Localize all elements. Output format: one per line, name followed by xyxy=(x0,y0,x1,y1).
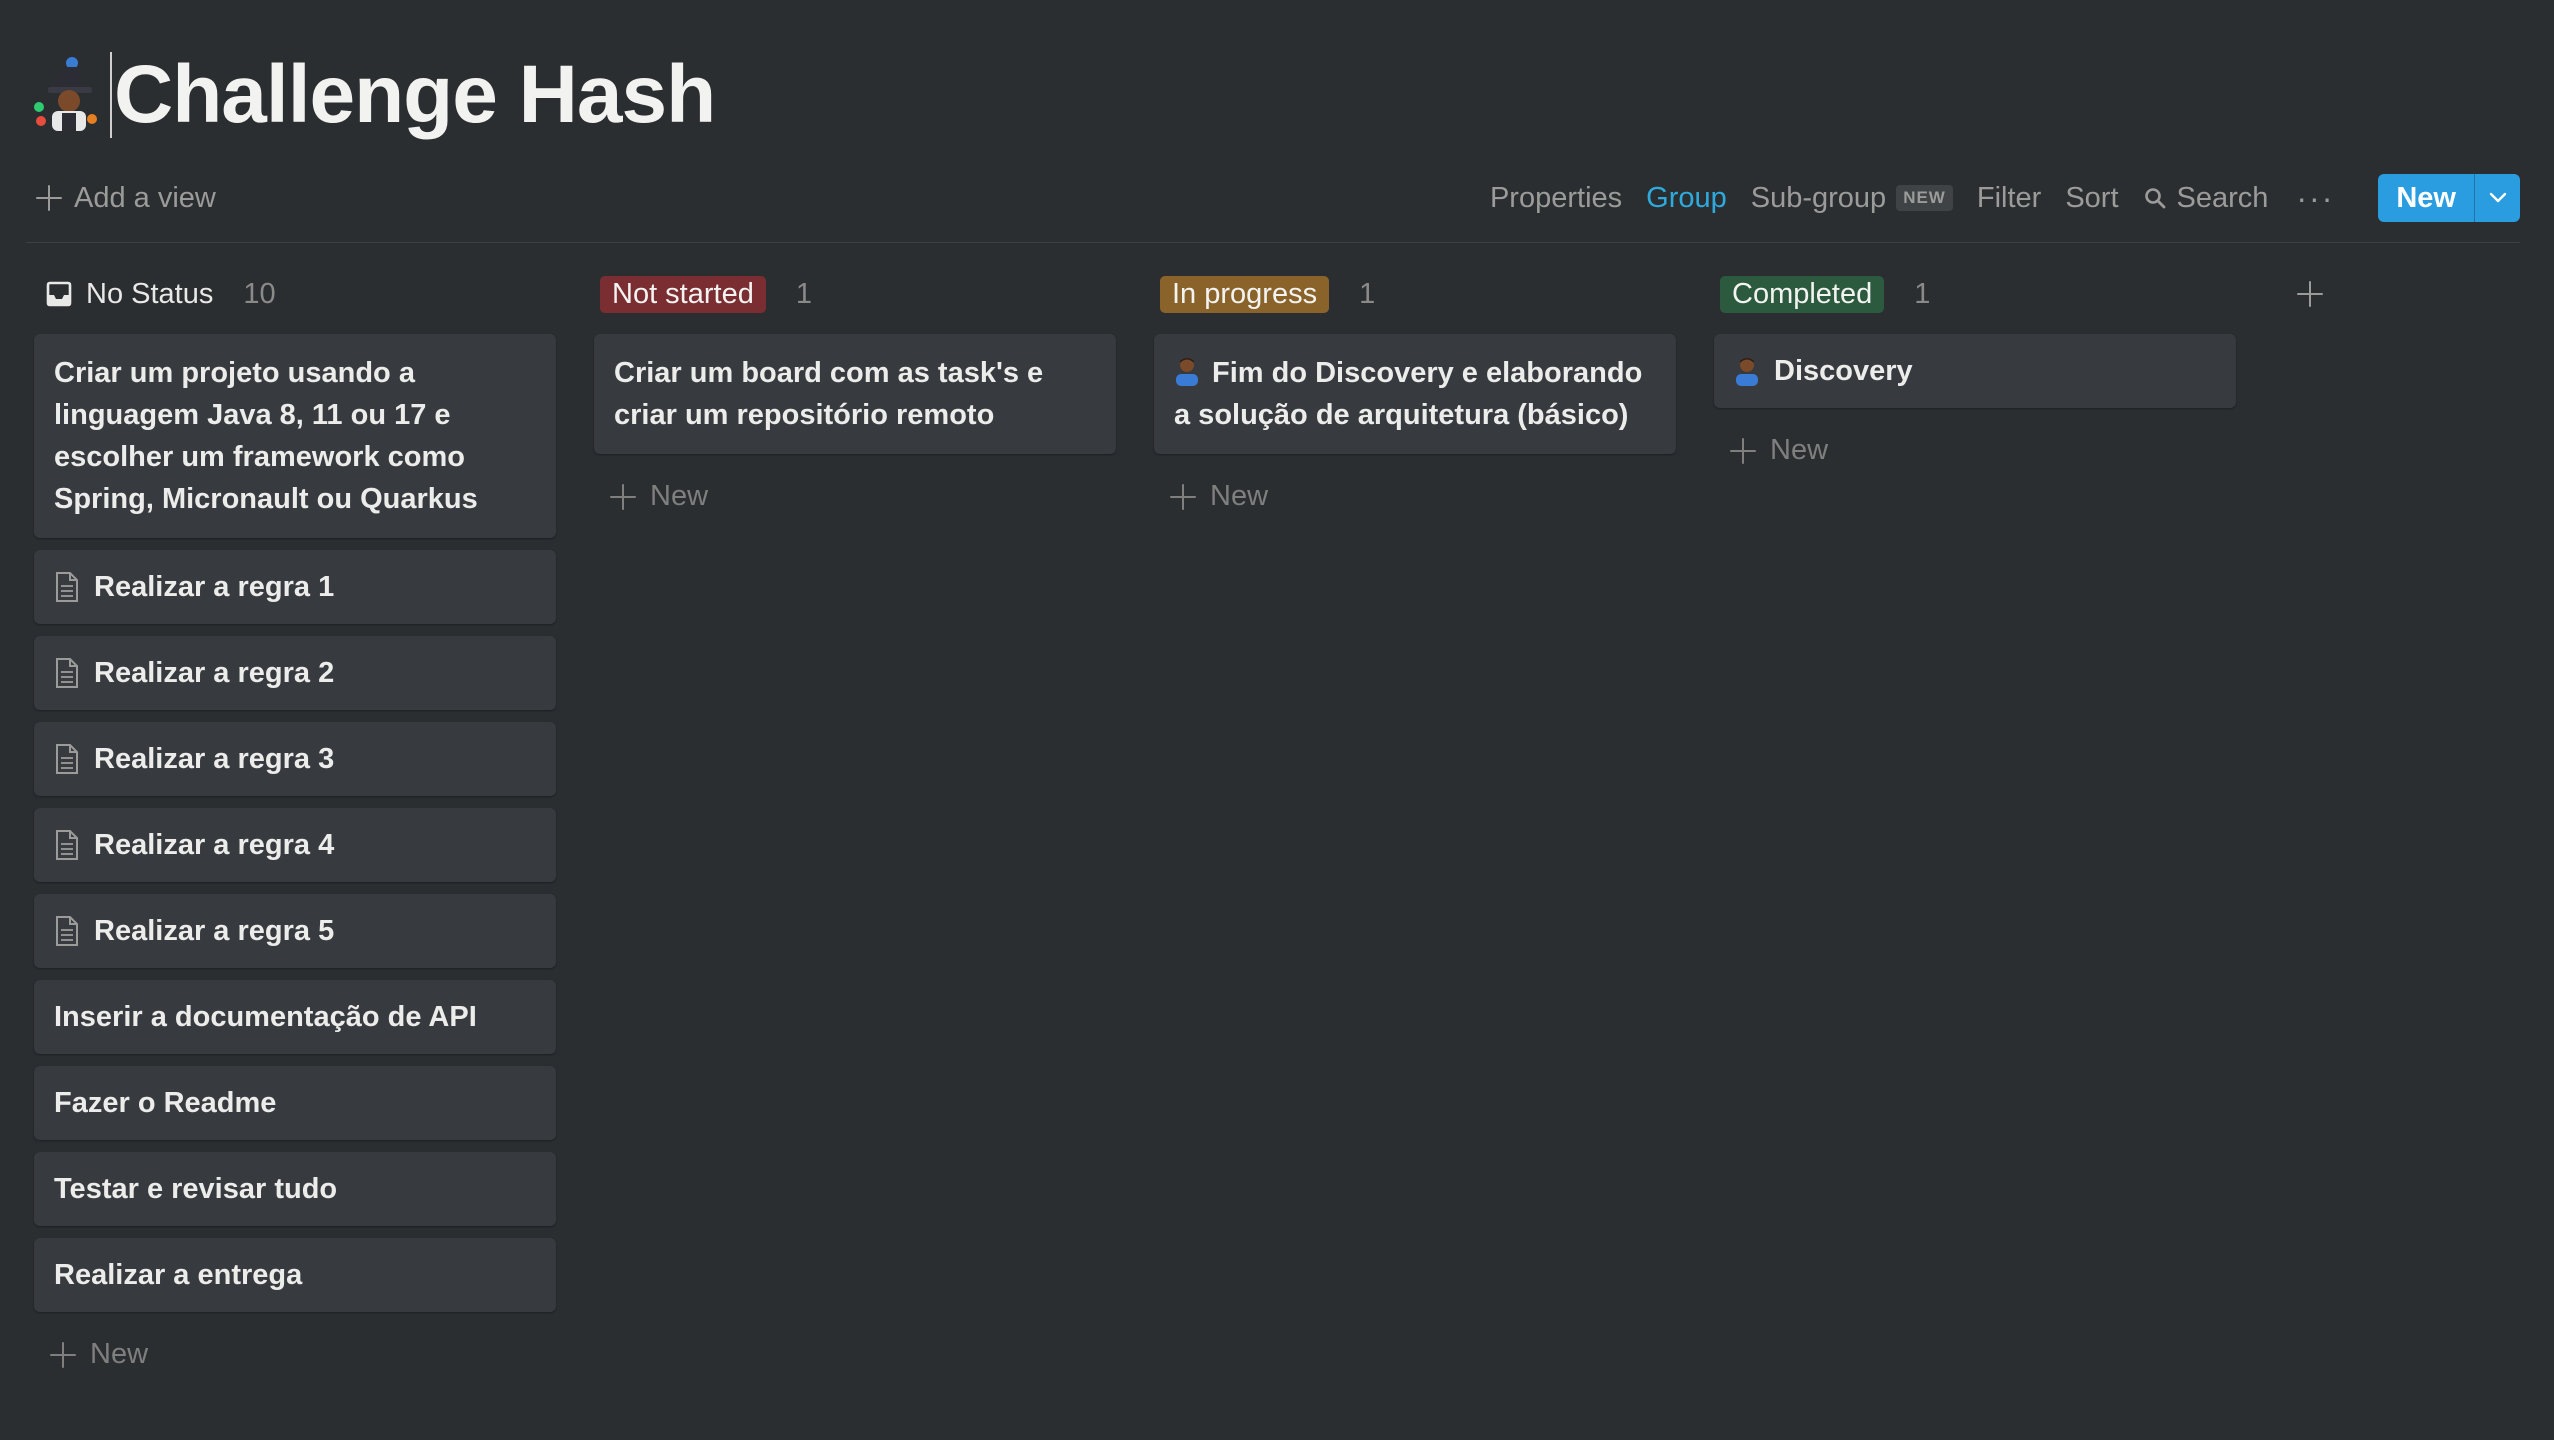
task-card[interactable]: Fazer o Readme xyxy=(34,1066,556,1140)
card-list: Fim do Discovery e elaborando a solução … xyxy=(1154,334,1676,454)
card-title: Realizar a regra 1 xyxy=(94,571,335,603)
card-title: Realizar a regra 3 xyxy=(94,743,335,775)
task-card[interactable]: Realizar a regra 4 xyxy=(34,808,556,882)
column-in-progress: In progress 1 Fim do Discovery e elabora… xyxy=(1154,268,1676,527)
view-toolbar: Add a view Properties Group Sub-group NE… xyxy=(26,172,2520,224)
add-card-button[interactable]: New xyxy=(1154,466,1676,527)
toolbar-divider xyxy=(26,242,2520,243)
add-view-label: Add a view xyxy=(74,181,216,214)
kanban-board: No Status 10 Criar um projeto usando a l… xyxy=(0,268,2554,1440)
inbox-icon xyxy=(46,281,72,307)
new-badge: NEW xyxy=(1896,185,1953,211)
card-title: Inserir a documentação de API xyxy=(54,1001,477,1033)
status-badge: Not started xyxy=(600,275,766,313)
column-count: 1 xyxy=(1359,277,1376,310)
new-button-group: New xyxy=(2378,174,2520,222)
card-title: Discovery xyxy=(1774,355,1913,387)
task-card[interactable]: Inserir a documentação de API xyxy=(34,980,556,1054)
plus-icon xyxy=(50,1341,76,1368)
text-cursor xyxy=(110,52,112,138)
search-label: Search xyxy=(2176,181,2269,214)
column-count: 1 xyxy=(1914,277,1931,310)
column-not-started: Not started 1 Criar um board com as task… xyxy=(594,268,1116,527)
add-group-button[interactable] xyxy=(2284,268,2336,320)
task-card[interactable]: Realizar a entrega xyxy=(34,1238,556,1312)
task-card[interactable]: Criar um board com as task's e criar um … xyxy=(594,334,1116,454)
chevron-down-icon xyxy=(2489,192,2506,203)
card-title: Realizar a regra 4 xyxy=(94,829,335,861)
column-title: No Status xyxy=(44,278,213,311)
add-card-label: New xyxy=(650,480,709,512)
card-list: Criar um board com as task's e criar um … xyxy=(594,334,1116,454)
task-card[interactable]: Testar e revisar tudo xyxy=(34,1152,556,1226)
plus-icon xyxy=(1730,437,1756,464)
magician-emoji-icon[interactable] xyxy=(32,55,98,135)
column-header[interactable]: In progress 1 xyxy=(1154,268,1676,320)
task-card[interactable]: Discovery xyxy=(1714,334,2236,408)
add-card-label: New xyxy=(90,1338,149,1370)
card-list: Discovery xyxy=(1714,334,2236,408)
subgroup-label: Sub-group xyxy=(1750,181,1887,214)
column-header[interactable]: No Status 10 xyxy=(34,268,556,320)
page-title[interactable]: Challenge Hash xyxy=(114,48,716,142)
add-card-label: New xyxy=(1770,434,1829,466)
search-button[interactable]: Search xyxy=(2131,176,2281,221)
column-title-text: No Status xyxy=(86,277,214,310)
column-header[interactable]: Not started 1 xyxy=(594,268,1116,320)
document-icon xyxy=(56,572,78,602)
card-title: Criar um board com as task's e criar um … xyxy=(614,357,1044,431)
document-icon xyxy=(56,916,78,946)
card-title: Realizar a regra 2 xyxy=(94,657,335,689)
card-title: Fazer o Readme xyxy=(54,1087,277,1119)
plus-icon xyxy=(36,185,62,211)
document-icon xyxy=(56,658,78,688)
search-icon xyxy=(2144,188,2165,209)
column-count: 10 xyxy=(243,277,276,310)
sort-button[interactable]: Sort xyxy=(2053,176,2130,221)
page-header: Challenge Hash xyxy=(32,40,716,150)
properties-button[interactable]: Properties xyxy=(1478,176,1634,221)
card-title-text: Fim do Discovery e elaborando a solução … xyxy=(1174,357,1643,431)
column-completed: Completed 1 Discovery New xyxy=(1714,268,2236,481)
status-badge: Completed xyxy=(1720,275,1885,313)
card-title: Criar um projeto usando a linguagem Java… xyxy=(54,357,478,515)
column-header[interactable]: Completed 1 xyxy=(1714,268,2236,320)
card-title: Realizar a regra 5 xyxy=(94,915,335,947)
plus-icon xyxy=(2297,281,2323,307)
person-emoji-icon xyxy=(1176,358,1198,386)
add-card-button[interactable]: New xyxy=(1714,420,2236,481)
new-dropdown-button[interactable] xyxy=(2474,174,2520,222)
card-title: Realizar a entrega xyxy=(54,1259,303,1291)
card-list: Criar um projeto usando a linguagem Java… xyxy=(34,334,556,1312)
document-icon xyxy=(56,830,78,860)
new-button[interactable]: New xyxy=(2378,174,2474,222)
card-title: Testar e revisar tudo xyxy=(54,1173,338,1205)
subgroup-button[interactable]: Sub-group NEW xyxy=(1739,176,1965,221)
column-no-status: No Status 10 Criar um projeto usando a l… xyxy=(34,268,556,1385)
task-card[interactable]: Realizar a regra 2 xyxy=(34,636,556,710)
person-emoji-icon xyxy=(1736,358,1758,386)
add-card-button[interactable]: New xyxy=(594,466,1116,527)
task-card[interactable]: Criar um projeto usando a linguagem Java… xyxy=(34,334,556,538)
filter-button[interactable]: Filter xyxy=(1965,176,2053,221)
add-view-button[interactable]: Add a view xyxy=(26,176,226,221)
task-card[interactable]: Realizar a regra 5 xyxy=(34,894,556,968)
group-button[interactable]: Group xyxy=(1634,176,1739,221)
add-card-button[interactable]: New xyxy=(34,1324,556,1385)
add-card-label: New xyxy=(1210,480,1269,512)
task-card[interactable]: Realizar a regra 3 xyxy=(34,722,556,796)
status-badge: In progress xyxy=(1160,275,1330,313)
more-options-icon[interactable]: ··· xyxy=(2280,180,2350,217)
plus-icon xyxy=(1170,483,1196,510)
card-title: Fim do Discovery e elaborando a solução … xyxy=(1174,352,1656,436)
document-icon xyxy=(56,744,78,774)
task-card[interactable]: Fim do Discovery e elaborando a solução … xyxy=(1154,334,1676,454)
column-count: 1 xyxy=(795,277,812,310)
task-card[interactable]: Realizar a regra 1 xyxy=(34,550,556,624)
plus-icon xyxy=(610,483,636,510)
